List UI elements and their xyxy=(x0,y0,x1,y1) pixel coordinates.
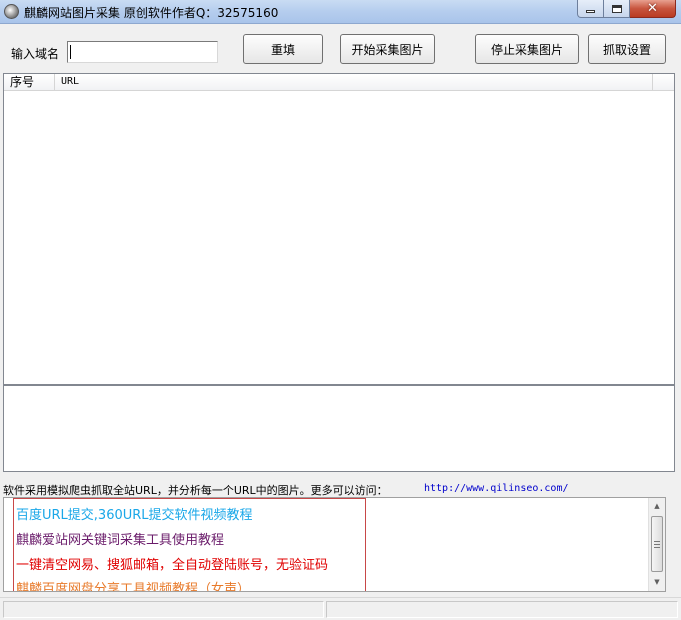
column-header-url[interactable]: URL xyxy=(55,74,653,91)
link-item-2[interactable]: 一键清空网易、搜狐邮箱，全自动登陆账号，无验证码 xyxy=(16,554,328,573)
links-scrollbar[interactable]: ▲ ▼ xyxy=(648,498,665,591)
maximize-button[interactable] xyxy=(604,0,630,18)
maximize-icon xyxy=(611,4,622,13)
close-button[interactable]: ✕ xyxy=(630,0,676,18)
link-item-3[interactable]: 麒麟百度网盘分享工具视频教程（女声） xyxy=(16,578,250,591)
column-header-filler xyxy=(653,74,674,91)
status-bar xyxy=(0,597,681,620)
domain-label: 输入域名 xyxy=(11,47,60,61)
minimize-button[interactable] xyxy=(577,0,604,18)
reset-button[interactable]: 重填 xyxy=(243,34,323,64)
window-controls: ✕ xyxy=(577,0,676,18)
link-item-1[interactable]: 麒麟爱站网关键词采集工具使用教程 xyxy=(16,529,224,548)
domain-input[interactable] xyxy=(67,41,218,63)
log-output-box[interactable] xyxy=(3,385,675,472)
crawl-settings-button[interactable]: 抓取设置 xyxy=(588,34,666,64)
scroll-down-arrow-icon[interactable]: ▼ xyxy=(649,574,665,590)
scroll-up-arrow-icon[interactable]: ▲ xyxy=(649,498,665,514)
title-bar: 麒麟网站图片采集 原创软件作者Q：32575160 ✕ xyxy=(0,0,681,24)
grip-icon xyxy=(654,540,660,548)
app-icon xyxy=(4,4,19,19)
list-header: 序号 URL xyxy=(4,74,674,91)
stop-collect-button[interactable]: 停止采集图片 xyxy=(475,34,579,64)
tutorial-links-panel: 百度URL提交,360URL提交软件视频教程 麒麟爱站网关键词采集工具使用教程 … xyxy=(3,497,666,592)
status-pane-2 xyxy=(326,601,678,618)
start-collect-button[interactable]: 开始采集图片 xyxy=(340,34,435,64)
status-pane-1 xyxy=(3,601,324,618)
scroll-thumb[interactable] xyxy=(651,516,663,572)
url-list-view[interactable]: 序号 URL xyxy=(3,73,675,385)
info-url-link[interactable]: http://www.qilinseo.com/ xyxy=(424,483,569,494)
link-item-0[interactable]: 百度URL提交,360URL提交软件视频教程 xyxy=(16,504,253,523)
text-caret xyxy=(70,45,71,59)
column-header-index[interactable]: 序号 xyxy=(4,74,55,91)
info-text: 软件采用模拟爬虫抓取全站URL，并分析每一个URL中的图片。更多可以访问： xyxy=(3,484,388,497)
minimize-icon xyxy=(586,10,595,13)
window-title: 麒麟网站图片采集 原创软件作者Q：32575160 xyxy=(24,6,279,20)
close-icon: ✕ xyxy=(647,1,658,16)
